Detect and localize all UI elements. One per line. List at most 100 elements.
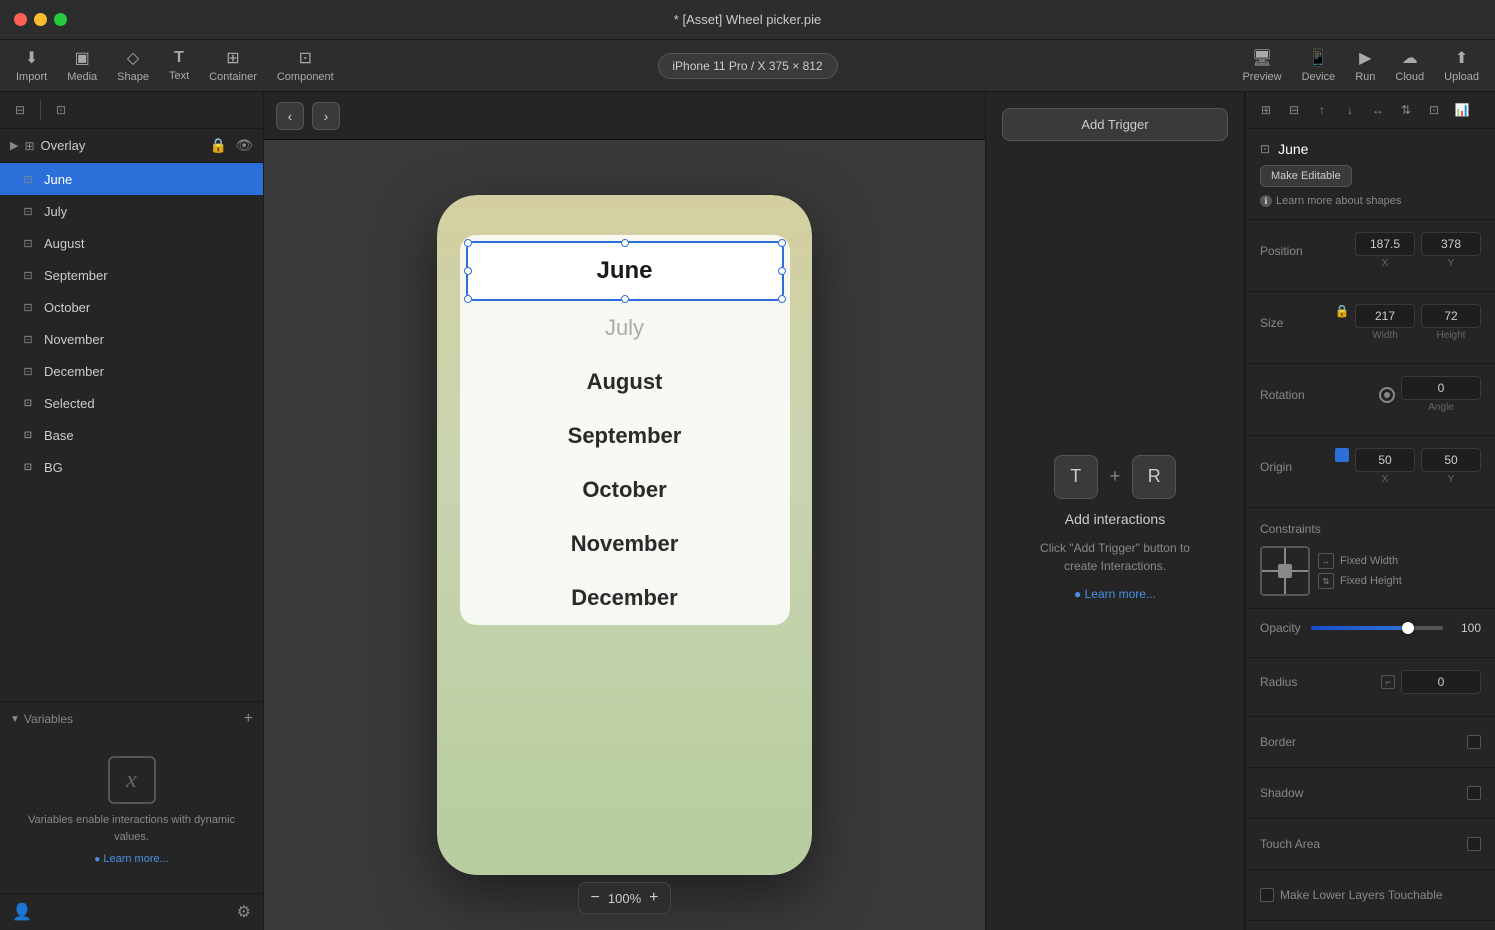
layer-component-icon: ⊡ <box>20 299 36 315</box>
layer-item-august[interactable]: ⊡ August <box>0 227 263 259</box>
align-top-btn[interactable]: ↑ <box>1310 98 1334 122</box>
layer-component-icon-bg: ⊡ <box>20 459 36 475</box>
variables-add-btn[interactable]: + <box>244 710 253 728</box>
device-selector[interactable]: iPhone 11 Pro / X 375 × 812 <box>657 53 837 79</box>
toolbar-right: 🖥 Preview 📱 Device ▶ Run ☁ Cloud ⬆ Uploa… <box>1242 48 1479 83</box>
canvas-viewport[interactable]: June July August September <box>264 140 985 930</box>
properties-toolbar: ⊞ ⊟ ↑ ↓ ↔ ⇅ ⊡ 📊 <box>1246 92 1495 129</box>
import-tool[interactable]: ⬇ Import <box>16 48 47 83</box>
settings-icon[interactable]: ⚙ <box>237 902 251 922</box>
layer-item-selected[interactable]: ⊡ Selected <box>0 387 263 419</box>
handle-bottom-left[interactable] <box>464 295 472 303</box>
layer-item-july[interactable]: ⊡ July <box>0 195 263 227</box>
month-label-november: November <box>571 531 679 556</box>
layer-item-october[interactable]: ⊡ October <box>0 291 263 323</box>
picker-month-october[interactable]: October <box>460 463 790 517</box>
overlay-lock-icon[interactable]: 🔒 <box>210 137 227 154</box>
zoom-out-btn[interactable]: − <box>591 889 600 907</box>
layer-label-base: Base <box>44 428 74 443</box>
fullscreen-button[interactable] <box>54 13 67 26</box>
opacity-slider[interactable] <box>1311 626 1443 630</box>
add-trigger-button[interactable]: Add Trigger <box>1002 108 1228 141</box>
handle-mid-left[interactable] <box>464 267 472 275</box>
layer-item-november[interactable]: ⊡ November <box>0 323 263 355</box>
overlay-grid-icon: ⊞ <box>24 139 34 153</box>
make-editable-button[interactable]: Make Editable <box>1260 165 1352 187</box>
handle-bottom-right[interactable] <box>778 295 786 303</box>
lock-size-icon[interactable]: 🔒 <box>1335 304 1349 318</box>
component-arrange-btn[interactable]: ⊡ <box>1422 98 1446 122</box>
run-tool[interactable]: ▶ Run <box>1355 48 1375 83</box>
rotation-value-group: Angle <box>1401 376 1481 413</box>
layer-item-bg[interactable]: ⊡ BG <box>0 451 263 483</box>
position-y-input[interactable] <box>1421 232 1481 256</box>
selected-item-june[interactable]: June <box>466 241 784 301</box>
canvas-forward-btn[interactable]: › <box>312 102 340 130</box>
zoom-in-btn[interactable]: + <box>649 889 658 907</box>
canvas-toolbar: ‹ › <box>264 92 985 140</box>
close-button[interactable] <box>14 13 27 26</box>
sidebar-toggle-btn[interactable]: ⊟ <box>8 98 32 122</box>
origin-y-input[interactable] <box>1421 448 1481 472</box>
shape-label: Shape <box>117 71 149 83</box>
distribute-h-btn[interactable]: ↔ <box>1366 98 1390 122</box>
picker-month-august[interactable]: August <box>460 355 790 409</box>
position-inputs: X Y <box>1355 232 1481 269</box>
distribute-v-btn[interactable]: ⇅ <box>1394 98 1418 122</box>
variables-learn-more-link[interactable]: ● Learn more... <box>94 853 169 865</box>
variables-collapse-btn[interactable]: ▼ Variables <box>10 712 73 726</box>
align-center-btn[interactable]: ⊟ <box>1282 98 1306 122</box>
layer-item-december[interactable]: ⊡ December <box>0 355 263 387</box>
canvas-back-btn[interactable]: ‹ <box>276 102 304 130</box>
layer-component-icon: ⊡ <box>20 363 36 379</box>
align-left-btn[interactable]: ⊞ <box>1254 98 1278 122</box>
preview-tool[interactable]: 🖥 Preview <box>1242 48 1281 83</box>
rotation-input[interactable] <box>1401 376 1481 400</box>
opacity-thumb[interactable] <box>1402 622 1414 634</box>
text-tool[interactable]: T Text <box>169 49 189 82</box>
handle-mid-right[interactable] <box>778 267 786 275</box>
picker-month-july[interactable]: July <box>460 301 790 355</box>
radius-input[interactable] <box>1401 670 1481 694</box>
picker-month-december[interactable]: December <box>460 571 790 625</box>
layer-item-september[interactable]: ⊡ September <box>0 259 263 291</box>
properties-panel: ⊞ ⊟ ↑ ↓ ↔ ⇅ ⊡ 📊 ⊡ June Make Editable ℹ L… <box>1245 92 1495 930</box>
window-controls[interactable] <box>14 13 67 26</box>
upload-tool[interactable]: ⬆ Upload <box>1444 48 1479 83</box>
cloud-tool[interactable]: ☁ Cloud <box>1395 48 1424 83</box>
handle-top-center[interactable] <box>621 239 629 247</box>
border-toggle[interactable] <box>1467 735 1481 749</box>
overlay-eye-icon[interactable]: 👁 <box>235 137 253 154</box>
container-tool[interactable]: ⊞ Container <box>209 48 257 83</box>
size-height-input[interactable] <box>1421 304 1481 328</box>
minimize-button[interactable] <box>34 13 47 26</box>
align-bottom-btn[interactable]: ↓ <box>1338 98 1362 122</box>
preview-icon: 🖥 <box>1252 48 1272 68</box>
shadow-toggle[interactable] <box>1467 786 1481 800</box>
chart-btn[interactable]: 📊 <box>1450 98 1474 122</box>
user-icon[interactable]: 👤 <box>12 902 32 922</box>
handle-bottom-center[interactable] <box>621 295 629 303</box>
origin-x-input[interactable] <box>1355 448 1415 472</box>
handle-top-left[interactable] <box>464 239 472 247</box>
picker-month-november[interactable]: November <box>460 517 790 571</box>
size-width-label: Width <box>1372 330 1398 341</box>
interactions-learn-more-link[interactable]: Learn more... <box>1074 587 1156 601</box>
layer-label-selected: Selected <box>44 396 95 411</box>
position-x-input[interactable] <box>1355 232 1415 256</box>
shape-tool[interactable]: ◇ Shape <box>117 48 149 83</box>
picker-month-september[interactable]: September <box>460 409 790 463</box>
touch-area-toggle[interactable] <box>1467 837 1481 851</box>
window-title: * [Asset] Wheel picker.pie <box>674 12 821 27</box>
overlay-expand-icon[interactable]: ▶ <box>10 139 18 152</box>
layer-item-base[interactable]: ⊡ Base <box>0 419 263 451</box>
handle-top-right[interactable] <box>778 239 786 247</box>
shape-icon: ◇ <box>127 48 139 68</box>
component-tool[interactable]: ⊡ Component <box>277 48 334 83</box>
device-tool[interactable]: 📱 Device <box>1302 48 1336 83</box>
layer-item-june[interactable]: ⊡ June <box>0 163 263 195</box>
lower-layers-checkbox[interactable] <box>1260 888 1274 902</box>
media-tool[interactable]: ▣ Media <box>67 48 97 83</box>
layer-view-toggle[interactable]: ⊡ <box>49 98 73 122</box>
size-width-input[interactable] <box>1355 304 1415 328</box>
